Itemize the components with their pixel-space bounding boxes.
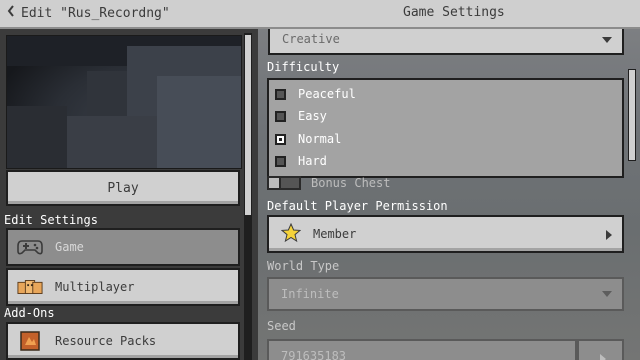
default-permission-button[interactable]: Member — [267, 215, 624, 253]
difficulty-option-normal[interactable]: Normal — [275, 132, 341, 146]
chevron-right-icon — [600, 354, 606, 360]
option-label: Hard — [298, 154, 327, 168]
sidebar-item-label: Game — [55, 240, 84, 254]
checkbox-icon — [275, 88, 286, 100]
world-type-label: World Type — [267, 259, 340, 273]
back-button-label: Edit "Rus_Recordng" — [21, 5, 170, 21]
world-type-value: Infinite — [281, 287, 339, 301]
sidebar-item-resource-packs[interactable]: Resource Packs — [6, 322, 240, 360]
world-preview-image — [6, 35, 242, 169]
page-title: Game Settings — [403, 5, 505, 20]
chevron-down-icon — [602, 291, 612, 297]
sidebar-item-multiplayer[interactable]: Multiplayer — [6, 268, 240, 306]
bonus-chest-label: Bonus Chest — [311, 176, 391, 190]
difficulty-option-easy[interactable]: Easy — [275, 109, 327, 123]
sidebar-item-label: Resource Packs — [55, 334, 157, 348]
world-type-dropdown[interactable]: Infinite — [267, 277, 624, 311]
sidebar-item-label: Multiplayer — [55, 280, 135, 294]
option-label: Normal — [298, 132, 342, 146]
option-label: Easy — [298, 109, 327, 123]
game-mode-dropdown[interactable]: Creative — [268, 29, 624, 55]
multiplayer-icon — [17, 277, 43, 297]
checkbox-icon — [275, 155, 286, 167]
back-button[interactable]: Edit "Rus_Recordng" — [7, 5, 170, 21]
bonus-chest-toggle-row[interactable]: Bonus Chest — [267, 176, 390, 190]
title-bar: Edit "Rus_Recordng" Game Settings — [0, 0, 640, 29]
sidebar-item-game[interactable]: Game — [6, 228, 240, 266]
game-mode-value: Creative — [282, 32, 340, 46]
checkbox-icon — [275, 110, 286, 122]
seed-input[interactable]: 791635183 — [267, 339, 577, 360]
controller-icon — [17, 237, 43, 257]
addons-heading: Add-Ons — [4, 306, 55, 320]
sidebar-scrollbar[interactable] — [244, 33, 252, 360]
toggle-switch[interactable] — [267, 176, 301, 190]
difficulty-option-peaceful[interactable]: Peaceful — [275, 87, 356, 101]
difficulty-dropdown-menu: Peaceful Easy Normal Hard — [267, 78, 624, 178]
chevron-right-icon — [606, 230, 612, 240]
seed-picker-button[interactable] — [577, 339, 624, 360]
left-panel: Play Edit Settings Game Multiplayer Add-… — [0, 29, 258, 360]
permission-value: Member — [313, 227, 357, 241]
scrollbar-thumb[interactable] — [245, 35, 251, 215]
edit-settings-heading: Edit Settings — [4, 213, 98, 227]
seed-value: 791635183 — [281, 349, 347, 360]
option-label: Peaceful — [298, 87, 356, 101]
chevron-down-icon — [602, 37, 612, 43]
difficulty-option-hard[interactable]: Hard — [275, 154, 327, 168]
play-button[interactable]: Play — [6, 170, 240, 206]
star-icon — [280, 222, 302, 246]
checkbox-checked-icon — [275, 133, 286, 145]
difficulty-label: Difficulty — [267, 60, 340, 74]
default-permission-label: Default Player Permission — [267, 199, 448, 213]
settings-panel: Creative Difficulty Peaceful Easy Normal… — [258, 29, 640, 360]
resource-pack-icon — [17, 331, 43, 351]
chevron-left-icon — [7, 5, 15, 21]
seed-label: Seed — [267, 319, 296, 333]
settings-scrollbar[interactable] — [628, 69, 636, 161]
